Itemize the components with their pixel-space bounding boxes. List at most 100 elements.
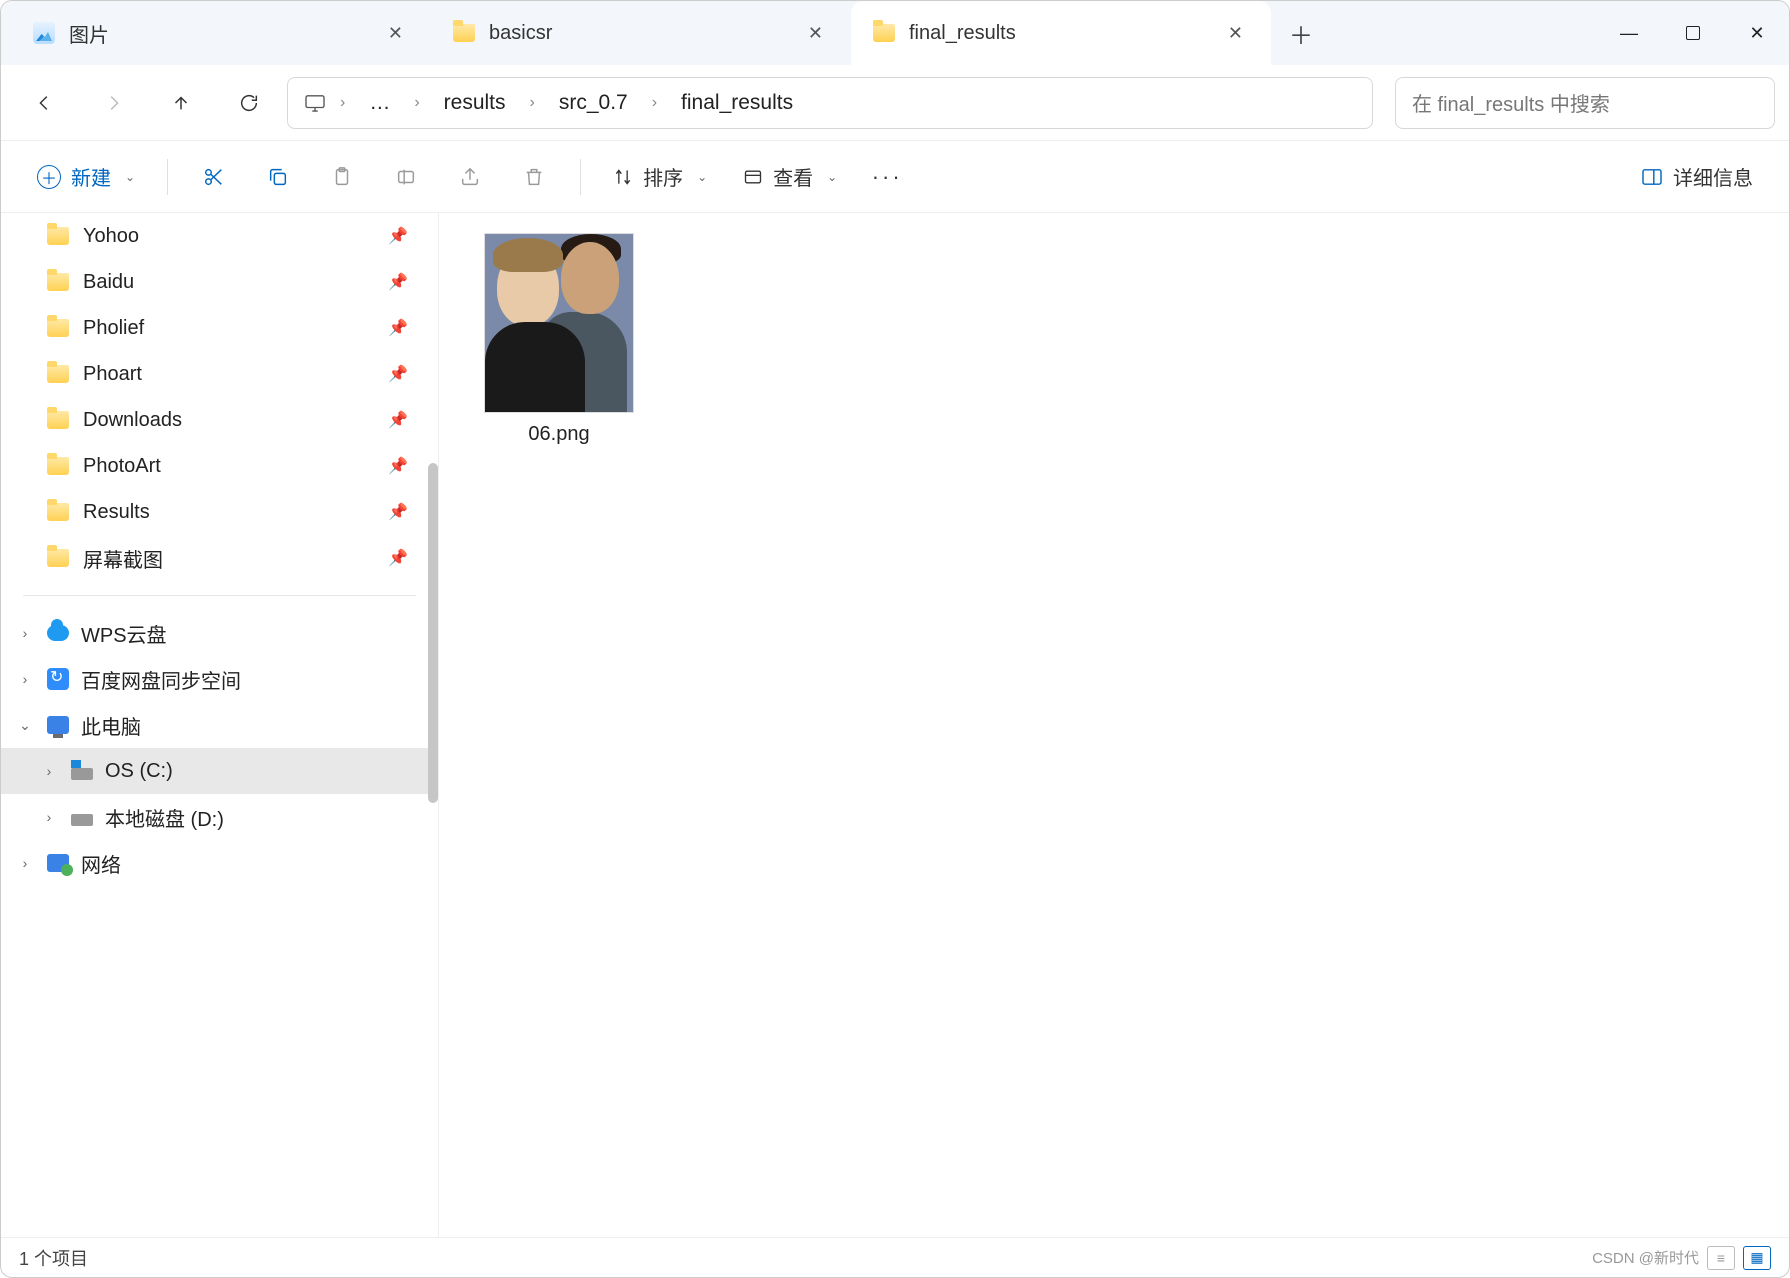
new-tab-button[interactable]: ＋ (1271, 1, 1331, 65)
sidebar-item-label: PhotoArt (83, 455, 161, 478)
maximize-button[interactable] (1661, 1, 1725, 65)
breadcrumb-overflow[interactable]: … (359, 87, 400, 119)
expand-icon[interactable]: › (39, 763, 59, 779)
tree-item-baidu-sync[interactable]: ›百度网盘同步空间 (1, 656, 438, 702)
paste-button[interactable] (314, 155, 370, 199)
cut-button[interactable] (186, 155, 242, 199)
plus-circle-icon: ＋ (37, 165, 61, 189)
tab-photos[interactable]: 图片 ✕ (11, 1, 431, 65)
up-button[interactable] (151, 79, 211, 127)
pin-icon[interactable]: 📌 (388, 226, 408, 246)
tree-item-this-pc[interactable]: ⌄ 此电脑 (1, 702, 438, 748)
tree-item-wps[interactable]: ›WPS云盘 (1, 610, 438, 656)
divider (167, 159, 168, 195)
pin-icon[interactable]: 📌 (388, 318, 408, 338)
close-icon[interactable]: ✕ (802, 17, 829, 50)
pin-icon[interactable]: 📌 (388, 272, 408, 292)
folder-icon (47, 319, 69, 337)
sidebar-item-photoart[interactable]: PhotoArt 📌 (1, 443, 438, 489)
sidebar-item-label: Results (83, 501, 150, 524)
pin-icon[interactable]: 📌 (388, 456, 408, 476)
forward-button[interactable] (83, 79, 143, 127)
sort-button[interactable]: 排序 ⌄ (599, 155, 721, 199)
sidebar-item-downloads[interactable]: Downloads📌 (1, 397, 438, 443)
file-thumbnail (484, 233, 634, 413)
scrollbar-thumb[interactable] (428, 463, 438, 803)
copy-button[interactable] (250, 155, 306, 199)
new-button[interactable]: ＋ 新建 ⌄ (23, 155, 149, 199)
sidebar-item-pholief[interactable]: Pholief📌 (1, 305, 438, 351)
folder-icon (47, 503, 69, 521)
pin-icon[interactable]: 📌 (388, 364, 408, 384)
folder-icon (47, 227, 69, 245)
tree-item-network[interactable]: › 网络 (1, 840, 438, 886)
sort-icon (613, 167, 633, 187)
chevron-right-icon[interactable]: › (410, 94, 423, 112)
share-button[interactable] (442, 155, 498, 199)
breadcrumb-segment[interactable]: src_0.7 (549, 87, 638, 119)
clipboard-icon (331, 166, 353, 188)
tree-item-disk-d[interactable]: ›本地磁盘 (D:) (1, 794, 438, 840)
expand-icon[interactable]: › (15, 625, 35, 641)
close-icon[interactable]: ✕ (1222, 17, 1249, 50)
close-window-button[interactable]: ✕ (1725, 1, 1789, 65)
file-item[interactable]: 06.png (479, 233, 639, 446)
file-name: 06.png (528, 423, 589, 446)
view-icon (743, 167, 763, 187)
tab-final-results[interactable]: final_results ✕ (851, 1, 1271, 65)
chevron-right-icon[interactable]: › (526, 94, 539, 112)
pc-icon (47, 716, 69, 734)
tab-label: 图片 (69, 19, 109, 48)
breadcrumb-segment[interactable]: final_results (671, 87, 803, 119)
tab-basicsr[interactable]: basicsr ✕ (431, 1, 851, 65)
expand-icon[interactable]: › (15, 671, 35, 687)
chevron-right-icon[interactable]: › (336, 94, 349, 112)
folder-icon (47, 457, 69, 475)
view-button[interactable]: 查看 ⌄ (729, 155, 851, 199)
sidebar-item-screenshots[interactable]: 屏幕截图📌 (1, 535, 438, 581)
tree-item-label: 此电脑 (81, 711, 141, 740)
pin-icon[interactable]: 📌 (388, 410, 408, 430)
sidebar-item-label: Phoart (83, 363, 142, 386)
folder-icon (873, 24, 895, 42)
pin-icon[interactable]: 📌 (388, 502, 408, 522)
delete-button[interactable] (506, 155, 562, 199)
breadcrumb-segment[interactable]: results (434, 87, 516, 119)
tabs-container: 图片 ✕ basicsr ✕ final_results ✕ ＋ (1, 1, 1597, 65)
close-icon[interactable]: ✕ (382, 17, 409, 50)
refresh-button[interactable] (219, 79, 279, 127)
folder-icon (47, 549, 69, 567)
cloud-icon (47, 625, 69, 641)
address-bar[interactable]: › … › results › src_0.7 › final_results (287, 77, 1373, 129)
photos-icon (33, 22, 55, 44)
chevron-right-icon[interactable]: › (648, 94, 661, 112)
collapse-icon[interactable]: ⌄ (15, 717, 35, 734)
pin-icon[interactable]: 📌 (388, 548, 408, 568)
search-input[interactable]: 在 final_results 中搜索 (1395, 77, 1775, 129)
sidebar[interactable]: Yohoo📌 Baidu📌 Pholief📌 Phoart 📌 Downloads… (1, 213, 439, 1237)
file-list[interactable]: 06.png (439, 213, 1789, 1237)
share-icon (459, 166, 481, 188)
navigation-bar: › … › results › src_0.7 › final_results … (1, 65, 1789, 141)
view-details-button[interactable]: ≡ (1707, 1246, 1735, 1270)
more-icon: ··· (872, 164, 903, 190)
divider (580, 159, 581, 195)
new-label: 新建 (71, 162, 111, 191)
sidebar-item-phoart[interactable]: Phoart 📌 (1, 351, 438, 397)
sidebar-item-yohoo[interactable]: Yohoo📌 (1, 213, 438, 259)
expand-icon[interactable]: › (15, 855, 35, 871)
sidebar-item-results[interactable]: Results 📌 (1, 489, 438, 535)
details-pane-button[interactable]: 详细信息 (1627, 155, 1767, 199)
view-icons-button[interactable]: ▦ (1743, 1246, 1771, 1270)
back-button[interactable] (15, 79, 75, 127)
minimize-button[interactable]: — (1597, 1, 1661, 65)
folder-icon (47, 365, 69, 383)
expand-icon[interactable]: › (39, 809, 59, 825)
rename-button[interactable] (378, 155, 434, 199)
more-button[interactable]: ··· (859, 155, 915, 199)
tree-item-label: 网络 (81, 849, 121, 878)
sidebar-item-baidu[interactable]: Baidu📌 (1, 259, 438, 305)
copy-icon (267, 166, 289, 188)
status-bar: 1 个项目 CSDN @新时代 ≡ ▦ (1, 1237, 1789, 1277)
tree-item-os-c[interactable]: ›OS (C:) (1, 748, 438, 794)
